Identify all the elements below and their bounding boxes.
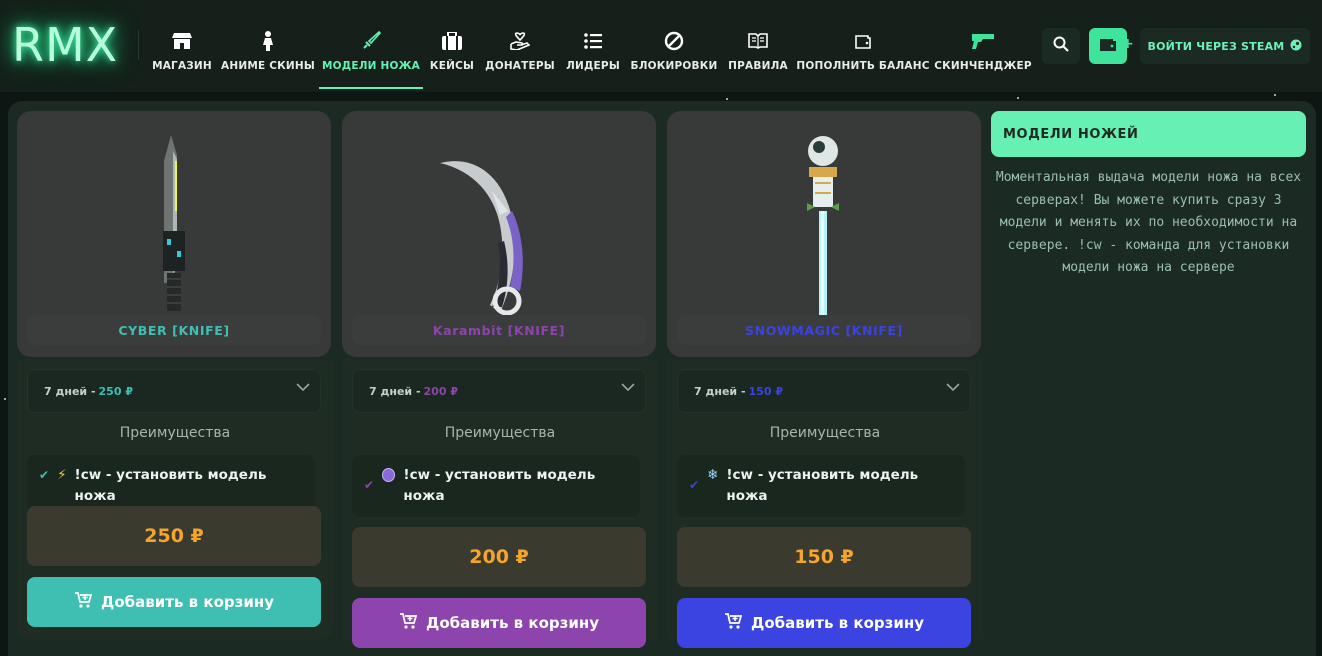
add-to-cart-label: Добавить в корзину [751,614,924,632]
nav-label: МОДЕЛИ НОЖА [322,60,420,72]
price-box: 200 ₽ [352,527,646,587]
product-name: Karambit [KNIFE] [352,315,646,345]
price-box: 150 ₽ [677,527,971,587]
top-header: RMX МАГАЗИН АНИМЕ СКИНЫ МОДЕЛИ НОЖА КЕЙС… [0,0,1322,92]
gun-icon [971,30,995,52]
steam-login-button[interactable]: ВОЙТИ ЧЕРЕЗ STEAM [1140,28,1310,64]
nav-label: КЕЙСЫ [429,60,475,72]
duration-label: 7 дней - [44,384,96,398]
book-icon [748,30,768,52]
snowflake-icon: ❄ [707,467,719,483]
store-icon [172,30,192,52]
advantages-title: Преимущества [119,425,231,441]
chevron-down-icon [946,382,960,395]
nav-label: ПРАВИЛА [728,60,788,72]
nav-item-skinchanger[interactable]: СКИНЧЕНДЖЕР [934,0,1032,92]
purple-circle-icon [382,468,396,482]
nav-item-topup[interactable]: ПОПОЛНИТЬ БАЛАНС [796,0,930,92]
duration-select[interactable]: 7 дней - 250 ₽ [27,369,321,413]
duration-price: 250 ₽ [98,384,133,398]
nav-item-donators[interactable]: ДОНАТЕРЫ [484,0,556,92]
duration-price: 150 ₽ [748,384,783,398]
nav-item-bans[interactable]: БЛОКИРОВКИ [630,0,718,92]
donate-icon [510,30,530,52]
wallet-add-icon [1099,36,1117,56]
feature-text: !cw - установить модель ножа [403,467,596,504]
product-body: 7 дней - 200 ₽ Преимущества ✔ !cw - уста… [342,359,658,648]
steam-login-label: ВОЙТИ ЧЕРЕЗ STEAM [1147,39,1285,53]
person-icon [262,30,274,52]
price-box: 250 ₽ [27,506,321,566]
nav-item-cases[interactable]: КЕЙСЫ [428,0,476,92]
list-icon [584,30,602,52]
nav-label: СКИНЧЕНДЖЕР [934,60,1032,72]
star-dot [1274,94,1276,96]
nav-item-shop[interactable]: МАГАЗИН [150,0,214,92]
nav-label: ДОНАТЕРЫ [485,60,555,72]
check-icon: ✔ [689,478,700,492]
steam-icon [1290,39,1302,54]
add-to-cart-button[interactable]: Добавить в корзину [677,598,971,648]
feature-item: ✔ !cw - установить модель ножа [352,455,640,517]
duration-select[interactable]: 7 дней - 150 ₽ [677,369,971,413]
product-image: CYBER [KNIFE] [17,111,331,357]
add-to-cart-label: Добавить в корзину [101,593,274,611]
nav-label: АНИМЕ СКИНЫ [221,60,315,72]
sword-icon [361,30,381,52]
advantages-title: Преимущества [769,425,881,441]
category-description: Моментальная выдача модели ножа на всех … [995,170,1302,276]
feature-text: !cw - установить модель ножа [726,467,919,504]
nav-label: МАГАЗИН [152,60,212,72]
duration-select[interactable]: 7 дней - 200 ₽ [352,369,646,413]
logo-divider [138,30,139,60]
cart-icon [724,613,743,633]
add-to-cart-label: Добавить в корзину [426,614,599,632]
product-image: SNOWMAGIC [KNIFE] [667,111,981,357]
duration-price: 200 ₽ [423,384,458,398]
nav-label: ЛИДЕРЫ [566,60,620,72]
feature-text: !cw - установить модель ножа [74,467,267,504]
duration-label: 7 дней - [369,384,421,398]
nav-item-anime-skins[interactable]: АНИМЕ СКИНЫ [221,0,315,92]
nav-label: ПОПОЛНИТЬ БАЛАНС [796,60,930,72]
chevron-down-icon [296,382,310,395]
chevron-down-icon [621,382,635,395]
feature-item: ✔ ❄ !cw - установить модель ножа [677,455,965,517]
nav-label: БЛОКИРОВКИ [630,60,718,72]
nav-item-rules[interactable]: ПРАВИЛА [726,0,790,92]
check-icon: ✔ [364,478,375,492]
wallet-icon [854,30,872,52]
nav-item-knife-models[interactable]: МОДЕЛИ НОЖА [319,0,423,92]
star-dot [726,98,728,100]
lightning-icon: ⚡ [57,467,67,483]
product-body: 7 дней - 150 ₽ Преимущества ✔ ❄ !cw - ус… [667,359,983,648]
add-to-cart-button[interactable]: Добавить в корзину [27,577,321,627]
briefcase-icon [442,30,462,52]
category-title: МОДЕЛИ НОЖЕЙ [991,111,1306,157]
cart-icon [74,592,93,612]
product-name: SNOWMAGIC [KNIFE] [677,315,971,345]
product-name: CYBER [KNIFE] [27,315,321,345]
main-panel: CYBER [KNIFE] 7 дней - 250 ₽ Преимуществ… [8,101,1316,656]
cart-icon [399,613,418,633]
plus-icon: + [1122,36,1134,52]
search-button[interactable] [1042,28,1080,64]
product-body: 7 дней - 250 ₽ Преимущества ✔ ⚡ !cw - ус… [17,359,333,639]
duration-label: 7 дней - [694,384,746,398]
ban-icon [664,30,684,52]
site-logo[interactable]: RMX [12,18,118,72]
nav-item-leaders[interactable]: ЛИДЕРЫ [564,0,622,92]
add-to-cart-button[interactable]: Добавить в корзину [352,598,646,648]
check-icon: ✔ [39,468,50,482]
star-dot [4,398,6,400]
product-image: Karambit [KNIFE] [342,111,656,357]
search-icon [1053,36,1069,56]
star-dot [1017,97,1019,99]
advantages-title: Преимущества [444,425,556,441]
